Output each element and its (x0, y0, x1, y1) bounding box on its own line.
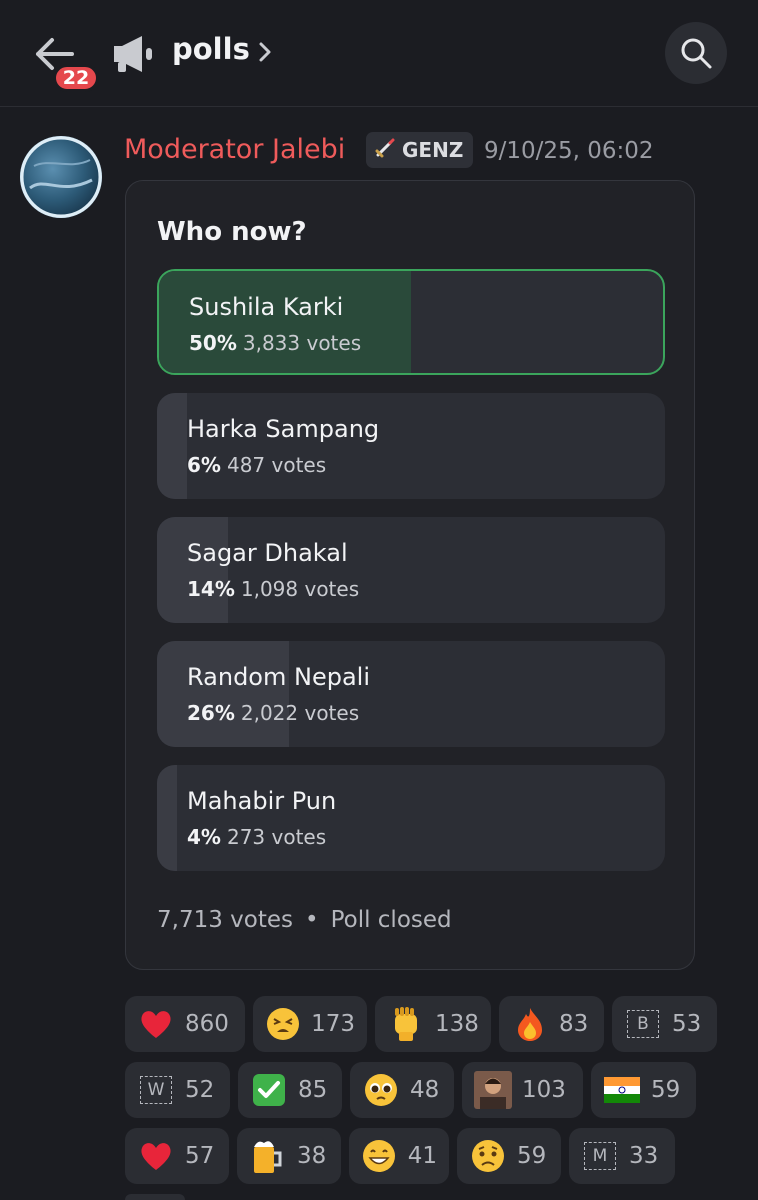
reaction-count: 59 (651, 1077, 681, 1103)
poll-option-fill (157, 517, 229, 623)
poll-option-name: Random Nepali (187, 663, 370, 691)
reaction-count: 103 (522, 1077, 566, 1103)
poll-option[interactable]: Sushila Karki 50% 3,833 votes (157, 269, 665, 375)
search-button[interactable] (665, 22, 727, 84)
channel-header: 22 polls (0, 0, 758, 107)
custom-emoji-label: B (627, 1010, 659, 1038)
guild-tag[interactable]: GENZ (366, 132, 474, 168)
poll-option[interactable]: Mahabir Pun 4% 273 votes (157, 765, 665, 871)
poll-option-fill (157, 393, 188, 499)
reaction-red-heart[interactable]: 57 (125, 1128, 229, 1184)
poll-option-fill (157, 641, 290, 747)
poll-option-name: Mahabir Pun (187, 787, 337, 815)
sword-icon (374, 137, 396, 163)
poll-option-votes: 2,022 votes (240, 701, 360, 725)
red-heart-icon (137, 1005, 175, 1043)
custom-emoji-label: W (140, 1076, 172, 1104)
poll-question: Who now? (157, 217, 307, 247)
poll-option[interactable]: Sagar Dhakal 14% 1,098 votes (157, 517, 665, 623)
reaction-partial[interactable] (125, 1194, 185, 1200)
custom-b-icon: B (624, 1005, 662, 1043)
red-heart-icon (137, 1137, 175, 1175)
poll-option-votes: 273 votes (226, 825, 327, 849)
poll-card: Who now? Sushila Karki 50% 3,833 votes Ha… (125, 180, 695, 970)
reaction-red-heart[interactable]: 860 (125, 996, 245, 1052)
reaction-count: 57 (185, 1143, 215, 1169)
custom-m-icon: M (581, 1137, 619, 1175)
poll-footer: 7,713 votes • Poll closed (157, 907, 452, 933)
poll-option-name: Sushila Karki (189, 293, 344, 321)
search-icon (681, 38, 712, 69)
tired-face-icon (265, 1005, 301, 1043)
beer-mug-icon (249, 1137, 287, 1175)
india-flag-icon (603, 1071, 641, 1109)
custom-w-icon: W (137, 1071, 175, 1109)
reaction-count: 83 (559, 1011, 589, 1037)
poll-option-percent: 6% (187, 453, 221, 477)
notification-badge: 22 (53, 64, 99, 92)
custom-emoji-label: M (584, 1142, 616, 1170)
poll-footer-separator: • (305, 907, 319, 933)
poll-option-percent: 26% (187, 701, 235, 725)
poll-option-percent: 4% (187, 825, 221, 849)
reaction-custom-w[interactable]: W 52 (125, 1062, 230, 1118)
poll-option-percent: 14% (187, 577, 235, 601)
reaction-tired-face[interactable]: 173 (253, 996, 367, 1052)
poll-option-fill (159, 271, 411, 373)
poll-option-fill (157, 765, 178, 871)
reaction-custom-photo[interactable]: 103 (462, 1062, 583, 1118)
megaphone-icon (108, 32, 156, 76)
reaction-count: 52 (185, 1077, 215, 1103)
reaction-pleading-face[interactable]: 48 (350, 1062, 454, 1118)
reaction-count: 48 (410, 1077, 440, 1103)
reaction-count: 173 (311, 1011, 355, 1037)
poll-option-name: Sagar Dhakal (187, 539, 348, 567)
reaction-count: 138 (435, 1011, 479, 1037)
reaction-count: 53 (672, 1011, 702, 1037)
reaction-count: 41 (407, 1143, 437, 1169)
reaction-check-mark[interactable]: 85 (238, 1062, 342, 1118)
worried-face-icon (469, 1137, 507, 1175)
guild-tag-label: GENZ (402, 138, 464, 162)
author-name[interactable]: Moderator Jalebi (124, 134, 345, 165)
poll-option[interactable]: Harka Sampang 6% 487 votes (157, 393, 665, 499)
reaction-count: 59 (517, 1143, 547, 1169)
poll-option[interactable]: Random Nepali 26% 2,022 votes (157, 641, 665, 747)
reaction-india-flag[interactable]: 59 (591, 1062, 696, 1118)
chevron-right-icon[interactable] (256, 36, 276, 68)
reaction-count: 38 (297, 1143, 327, 1169)
reaction-count: 33 (629, 1143, 659, 1169)
raised-fist-icon (387, 1005, 425, 1043)
fire-icon (511, 1005, 549, 1043)
reaction-custom-m[interactable]: M 33 (569, 1128, 675, 1184)
reaction-count: 860 (185, 1011, 229, 1037)
poll-option-votes: 1,098 votes (240, 577, 360, 601)
poll-option-percent: 50% (189, 331, 237, 355)
poll-status: Poll closed (330, 907, 452, 933)
avatar[interactable] (20, 136, 102, 218)
reaction-grinning-face[interactable]: 41 (349, 1128, 449, 1184)
reaction-beer-mug[interactable]: 38 (237, 1128, 341, 1184)
reaction-raised-fist[interactable]: 138 (375, 996, 491, 1052)
channel-name[interactable]: polls (172, 32, 250, 66)
poll-total-votes: 7,713 votes (157, 907, 293, 933)
custom-photo-icon (474, 1071, 512, 1109)
timestamp: 9/10/25, 06:02 (484, 138, 654, 164)
reaction-count: 85 (298, 1077, 328, 1103)
poll-option-name: Harka Sampang (187, 415, 380, 443)
poll-option-votes: 3,833 votes (242, 331, 362, 355)
poll-option-votes: 487 votes (226, 453, 327, 477)
reaction-custom-b[interactable]: B 53 (612, 996, 717, 1052)
grinning-face-icon (361, 1137, 398, 1175)
reaction-worried-face[interactable]: 59 (457, 1128, 561, 1184)
reaction-fire[interactable]: 83 (499, 996, 604, 1052)
check-mark-icon (250, 1071, 288, 1109)
pleading-face-icon (362, 1071, 400, 1109)
